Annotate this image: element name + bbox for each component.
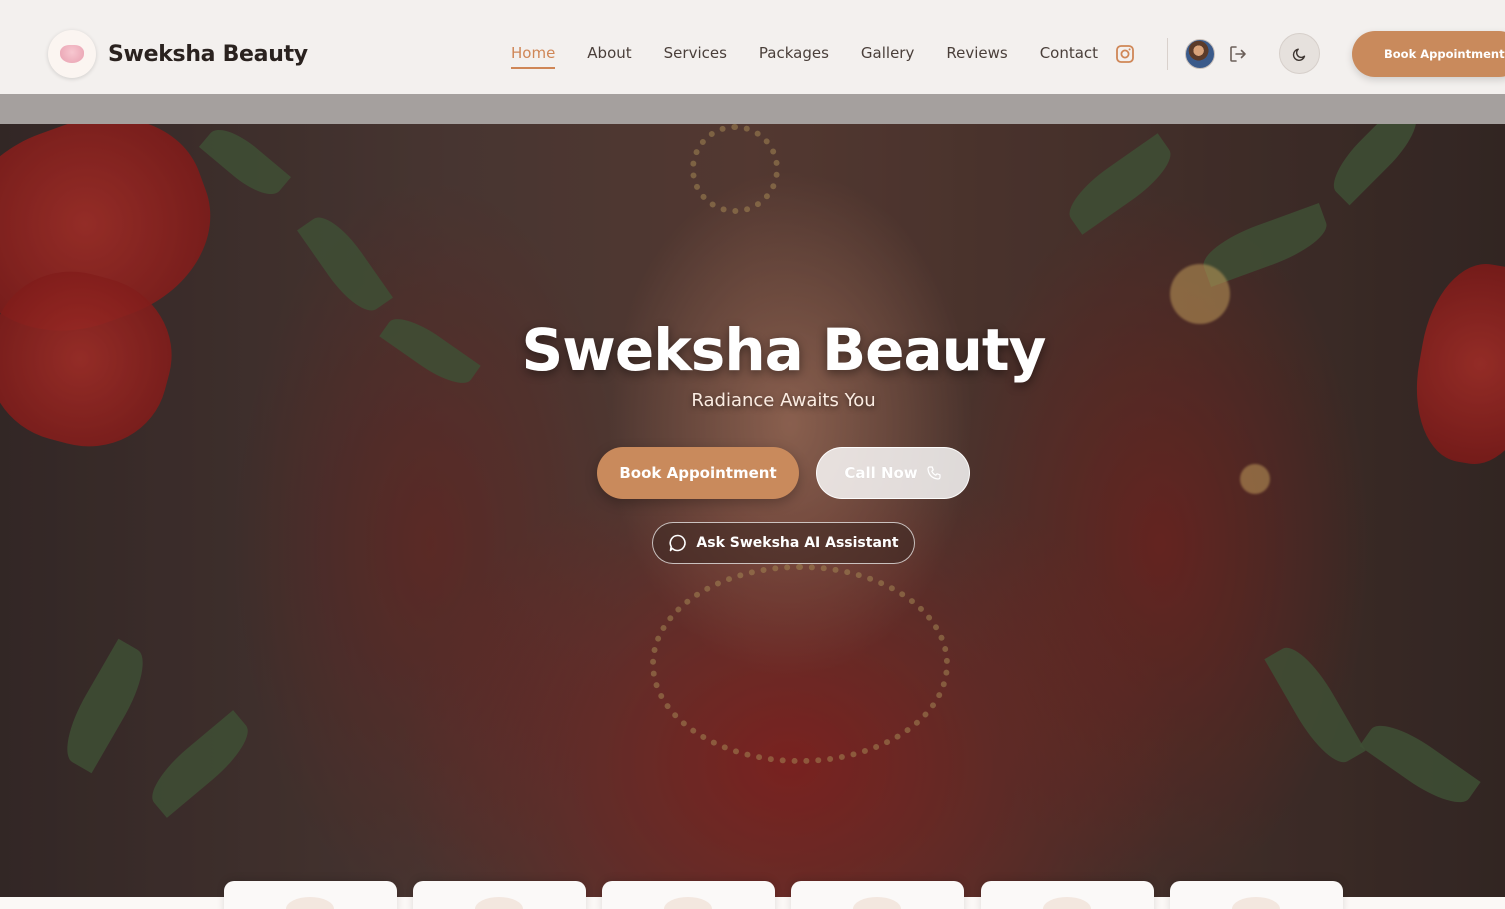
service-card[interactable]: [602, 881, 775, 909]
ai-assistant-label: Ask Sweksha AI Assistant: [696, 535, 899, 551]
nav-services[interactable]: Services: [664, 44, 727, 62]
chat-bubble-icon: [669, 534, 687, 552]
phone-icon: [927, 466, 941, 480]
nav-reviews[interactable]: Reviews: [946, 44, 1007, 62]
main-nav: Home About Services Packages Gallery Rev…: [511, 44, 1130, 69]
nav-contact[interactable]: Contact: [1040, 44, 1098, 62]
site-header: Sweksha Beauty Home About Services Packa…: [0, 0, 1505, 94]
nav-home[interactable]: Home: [511, 44, 556, 69]
moon-icon: [1292, 48, 1305, 61]
theme-toggle-button[interactable]: [1279, 33, 1320, 74]
call-now-label: Call Now: [844, 464, 918, 482]
call-now-button[interactable]: Call Now: [816, 447, 970, 499]
service-card[interactable]: [224, 881, 397, 909]
service-card[interactable]: [1170, 881, 1343, 909]
header-shadow-strip: [0, 94, 1505, 124]
hero-title: Sweksha Beauty: [521, 316, 1047, 384]
header-book-appointment-button[interactable]: Book Appointment: [1352, 31, 1505, 77]
service-card[interactable]: [413, 881, 586, 909]
instagram-icon[interactable]: [1115, 44, 1135, 64]
hero-overlay: [0, 124, 1505, 909]
nav-gallery[interactable]: Gallery: [861, 44, 914, 62]
header-divider: [1167, 38, 1168, 70]
service-card[interactable]: [981, 881, 1154, 909]
logo-icon: [48, 30, 96, 78]
service-card[interactable]: [791, 881, 964, 909]
nav-about[interactable]: About: [587, 44, 631, 62]
hero-subtitle: Radiance Awaits You: [691, 390, 876, 411]
logo-link[interactable]: Sweksha Beauty: [48, 30, 308, 78]
hero-section: Sweksha Beauty Radiance Awaits You Book …: [0, 124, 1505, 909]
user-avatar[interactable]: [1185, 39, 1215, 69]
logout-icon[interactable]: [1228, 44, 1248, 64]
hero-book-appointment-button[interactable]: Book Appointment: [597, 447, 799, 499]
nav-packages[interactable]: Packages: [759, 44, 829, 62]
brand-name: Sweksha Beauty: [108, 41, 308, 67]
ai-assistant-button[interactable]: Ask Sweksha AI Assistant: [652, 522, 915, 564]
